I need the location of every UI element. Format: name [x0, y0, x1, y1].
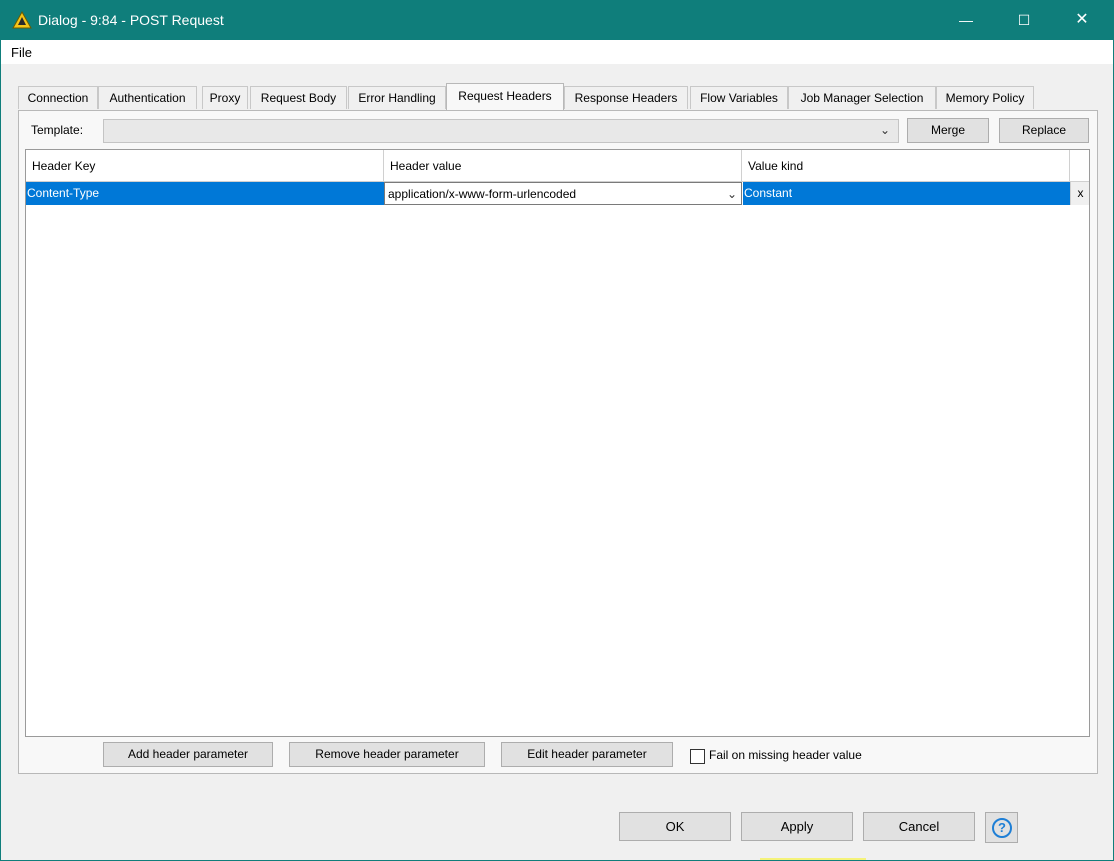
edit-header-parameter-button[interactable]: Edit header parameter — [501, 742, 673, 767]
menu-file[interactable]: File — [11, 45, 32, 60]
fail-on-missing-checkbox[interactable] — [690, 749, 705, 764]
table-row[interactable]: Content-Type application/x-www-form-urle… — [26, 182, 1070, 205]
title-bar[interactable]: Dialog - 9:84 - POST Request — ☐ ✕ — [0, 0, 1114, 40]
tab-request-headers[interactable]: Request Headers — [446, 83, 564, 110]
menu-bar: File — [1, 40, 1113, 64]
minimize-icon: — — [959, 12, 973, 28]
replace-button[interactable]: Replace — [999, 118, 1089, 143]
tab-response-headers[interactable]: Response Headers — [564, 86, 688, 109]
maximize-icon: ☐ — [1017, 12, 1031, 28]
ok-button[interactable]: OK — [619, 812, 731, 841]
tab-authentication[interactable]: Authentication — [98, 86, 197, 109]
request-headers-panel: Template: ⌄ Merge Replace Header Key Hea… — [18, 110, 1098, 774]
help-icon: ? — [992, 818, 1012, 838]
maximize-button[interactable]: ☐ — [1001, 0, 1047, 40]
minimize-button[interactable]: — — [943, 0, 989, 40]
value-kind-cell[interactable]: Constant — [742, 182, 1070, 205]
tab-job-manager-selection[interactable]: Job Manager Selection — [788, 86, 936, 109]
close-button[interactable]: ✕ — [1059, 0, 1105, 40]
column-header-delete — [1070, 150, 1089, 182]
remove-header-parameter-button[interactable]: Remove header parameter — [289, 742, 485, 767]
headers-table[interactable]: Header Key Header value Value kind Conte… — [25, 149, 1090, 737]
close-icon: ✕ — [1075, 11, 1089, 28]
chevron-down-icon: ⌄ — [726, 187, 737, 201]
header-value-text: application/x-www-form-urlencoded — [388, 187, 577, 201]
tab-proxy[interactable]: Proxy — [202, 86, 248, 109]
cancel-button[interactable]: Cancel — [863, 812, 975, 841]
header-key-cell[interactable]: Content-Type — [26, 182, 384, 205]
template-label: Template: — [31, 123, 84, 137]
knime-triangle-icon — [12, 11, 32, 29]
delete-row-button[interactable]: x — [1070, 182, 1089, 205]
help-button[interactable]: ? — [985, 812, 1018, 843]
tab-connection[interactable]: Connection — [18, 86, 98, 109]
tab-error-handling[interactable]: Error Handling — [348, 86, 446, 109]
add-header-parameter-button[interactable]: Add header parameter — [103, 742, 273, 767]
column-header-value[interactable]: Header value — [384, 150, 742, 182]
apply-button[interactable]: Apply — [741, 812, 853, 841]
column-value-kind[interactable]: Value kind — [742, 150, 1070, 182]
template-select[interactable]: ⌄ — [103, 119, 899, 143]
window-title: Dialog - 9:84 - POST Request — [38, 12, 224, 28]
tab-memory-policy[interactable]: Memory Policy — [936, 86, 1034, 109]
column-header-key[interactable]: Header Key — [26, 150, 384, 182]
header-value-select[interactable]: application/x-www-form-urlencoded ⌄ — [384, 182, 742, 205]
fail-on-missing-label[interactable]: Fail on missing header value — [709, 748, 862, 762]
tab-flow-variables[interactable]: Flow Variables — [690, 86, 788, 109]
tab-request-body[interactable]: Request Body — [250, 86, 347, 109]
merge-button[interactable]: Merge — [907, 118, 989, 143]
chevron-down-icon: ⌄ — [879, 123, 890, 137]
